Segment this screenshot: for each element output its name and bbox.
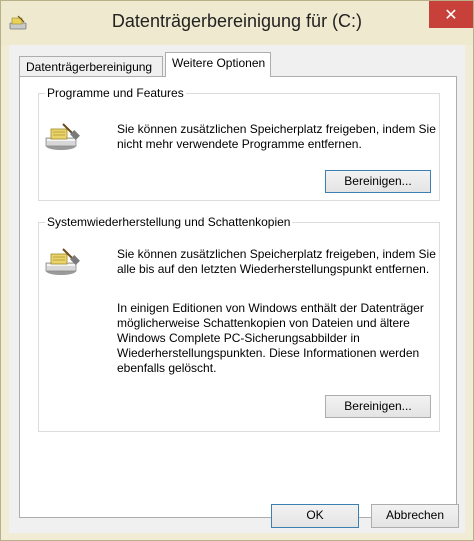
ok-button[interactable]: OK [271, 504, 359, 528]
close-icon: ✕ [444, 6, 458, 24]
restore-description: Sie können zusätzlichen Speicherplatz fr… [117, 247, 436, 276]
dialog-client-area: Datenträgerbereinigung Weitere Optionen … [9, 45, 465, 533]
drive-cleanup-icon [45, 248, 80, 275]
group-label-restore: Systemwiederherstellung und Schattenkopi… [45, 215, 293, 229]
programs-description: Sie können zusätzlichen Speicherplatz fr… [117, 122, 436, 151]
window-title: Datenträgerbereinigung für (C:) [111, 11, 363, 31]
group-system-restore: Systemwiederherstellung und Schattenkopi… [38, 215, 440, 432]
tab-disk-cleanup[interactable]: Datenträgerbereinigung [19, 56, 163, 76]
tab-more-options[interactable]: Weitere Optionen [165, 52, 271, 77]
group-label-programs: Programme und Features [45, 86, 186, 100]
close-button[interactable]: ✕ [429, 1, 473, 28]
title-bar[interactable]: Datenträgerbereinigung für (C:) ✕ [1, 1, 473, 45]
drive-cleanup-icon [45, 123, 80, 150]
group-programs-features: Programme und Features Sie können zusätz… [38, 86, 440, 201]
programs-cleanup-button[interactable]: Bereinigen... [325, 170, 431, 193]
restore-info-text: In einigen Editionen von Windows enthält… [117, 301, 424, 375]
more-options-panel: Programme und Features Sie können zusätz… [19, 76, 457, 518]
cancel-button[interactable]: Abbrechen [371, 504, 459, 528]
dialog-window: Datenträgerbereinigung für (C:) ✕ Datent… [0, 0, 474, 541]
restore-cleanup-button[interactable]: Bereinigen... [325, 395, 431, 418]
